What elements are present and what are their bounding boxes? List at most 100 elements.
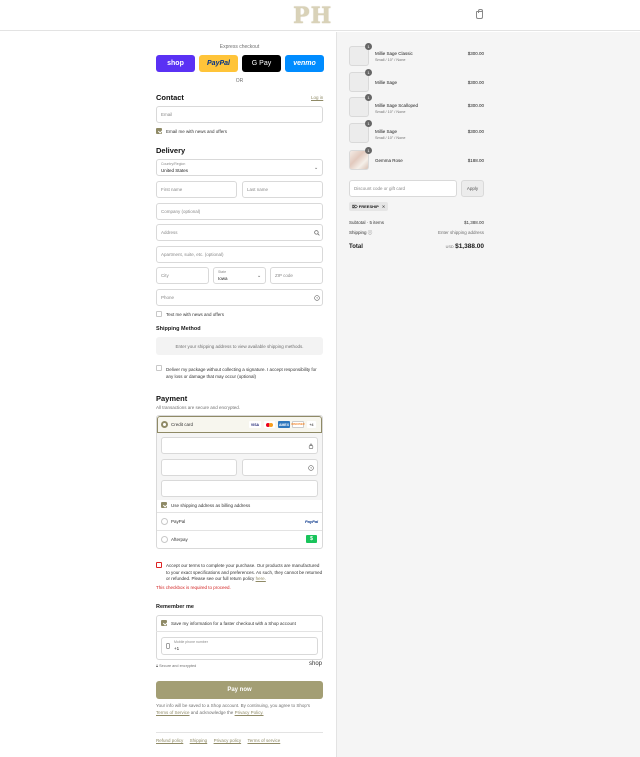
pay-now-button[interactable]: Pay now: [156, 681, 323, 699]
billing-same-checkbox[interactable]: [161, 502, 167, 508]
expiration-field[interactable]: [161, 459, 237, 476]
refund-policy-link[interactable]: Refund policy: [156, 738, 183, 743]
name-on-card-field[interactable]: [161, 480, 318, 497]
item-name: Millie Sage Scalloped: [375, 103, 419, 108]
item-name: Millie Sage Classic: [375, 51, 413, 56]
city-field[interactable]: City: [156, 267, 209, 284]
apartment-field[interactable]: Apartment, suite, etc. (optional): [156, 246, 323, 263]
shipping-method-info: Enter your shipping address to view avai…: [175, 344, 304, 349]
shipping-value: Enter shipping address: [437, 230, 484, 235]
payment-subtitle: All transactions are secure and encrypte…: [156, 405, 241, 410]
quantity-badge: 1: [365, 94, 372, 101]
state-label: State: [218, 270, 227, 274]
payment-heading: Payment: [156, 394, 188, 403]
tag-icon: ⌦: [352, 204, 358, 209]
afterpay-radio[interactable]: [161, 536, 168, 543]
email-news-label: Email me with news and offers: [166, 129, 227, 134]
last-name-field[interactable]: Last name: [242, 181, 323, 198]
help-icon[interactable]: ?: [308, 465, 314, 471]
shipping-label: Shipping: [349, 230, 367, 235]
discount-code-placeholder: Discount code or gift card: [354, 186, 406, 191]
first-name-placeholder: First name: [161, 187, 183, 192]
google-pay-button[interactable]: G Pay: [242, 55, 281, 72]
header: PH: [0, 0, 640, 31]
item-price: $300.00: [467, 129, 484, 134]
terms-text: Accept our terms to complete your purcha…: [166, 563, 322, 583]
paypal-button[interactable]: PayPal: [199, 55, 238, 72]
discount-code-field[interactable]: Discount code or gift card: [349, 180, 457, 197]
currency-code: USD: [445, 245, 454, 249]
contact-heading: Contact: [156, 93, 184, 102]
afterpay-label: Afterpay: [171, 537, 188, 542]
login-link[interactable]: Log in: [311, 95, 323, 100]
remove-tag-icon[interactable]: ✕: [382, 204, 385, 209]
item-variant: Small / 10" / None: [375, 58, 406, 62]
address-field[interactable]: Address: [156, 224, 323, 241]
divider: [156, 631, 323, 632]
help-icon[interactable]: ?: [314, 295, 320, 301]
total-label: Total: [349, 244, 363, 250]
email-field[interactable]: Email: [156, 106, 323, 123]
country-select[interactable]: Country/Region United States ⌄: [156, 159, 323, 176]
country-label: Country/Region: [161, 162, 186, 166]
privacy-policy-link[interactable]: Privacy policy: [214, 738, 242, 743]
terms-checkbox[interactable]: [156, 562, 162, 568]
email-placeholder: Email: [161, 112, 173, 117]
card-number-field[interactable]: [161, 437, 318, 454]
brand-logo[interactable]: PH: [293, 3, 332, 29]
state-value: Iowa: [218, 275, 228, 281]
item-name: Gemma Rose: [375, 158, 403, 163]
subtotal-value: $1,388.00: [463, 220, 484, 225]
phone-field[interactable]: Phone ?: [156, 289, 323, 306]
credit-card-label: Credit card: [171, 422, 194, 427]
paypal-logo-icon: PayPal: [305, 519, 319, 524]
lock-icon: 🔒︎: [156, 664, 159, 668]
terms-of-service-link[interactable]: Terms of service: [247, 738, 280, 743]
text-news-checkbox[interactable]: [156, 311, 162, 317]
address-placeholder: Address: [161, 230, 178, 235]
terms-error: This checkbox is required to proceed.: [156, 585, 231, 590]
first-name-field[interactable]: First name: [156, 181, 237, 198]
credit-card-radio[interactable]: [161, 421, 168, 428]
help-icon[interactable]: ⓘ: [368, 230, 373, 235]
signature-label: Deliver my package without collecting a …: [166, 366, 317, 380]
discover-icon: DISCOVER: [291, 421, 305, 428]
apply-button[interactable]: Apply: [461, 180, 484, 197]
shop-privacy-link[interactable]: Privacy Policy.: [235, 710, 264, 715]
signature-checkbox[interactable]: [156, 365, 162, 371]
shopping-bag-icon[interactable]: [476, 9, 483, 19]
save-info-checkbox[interactable]: [161, 620, 167, 626]
return-policy-link[interactable]: here.: [256, 576, 266, 581]
state-select[interactable]: State Iowa ⌄: [213, 267, 266, 284]
paypal-radio[interactable]: [161, 518, 168, 525]
shop-pay-button[interactable]: shop: [156, 55, 195, 72]
terms-line-1: Accept our terms to complete your purcha…: [166, 563, 320, 568]
venmo-button[interactable]: venmo: [285, 55, 324, 72]
quantity-badge: 1: [365, 69, 372, 76]
divider: [157, 512, 322, 513]
secure-label: Secure and encrypted: [159, 664, 197, 668]
search-icon: [314, 230, 320, 236]
footer-links: Refund policy Shipping Privacy policy Te…: [156, 738, 285, 744]
secure-encrypted-text: 🔒︎ Secure and encrypted: [156, 664, 196, 668]
total-row: USD $1,388.00: [404, 243, 484, 250]
mobile-phone-field[interactable]: Mobile phone number +1: [161, 637, 318, 655]
lock-icon: [308, 443, 314, 449]
afterpay-logo-icon: $: [306, 535, 317, 543]
email-news-checkbox[interactable]: [156, 128, 162, 134]
shop-terms-link[interactable]: Terms of Service: [156, 710, 190, 715]
quantity-badge: 1: [365, 43, 372, 50]
item-price: $300.00: [467, 103, 484, 108]
delivery-heading: Delivery: [156, 146, 186, 155]
security-code-field[interactable]: ?: [242, 459, 318, 476]
terms-line-3: or refunded. Please see our full return …: [166, 576, 255, 581]
svg-text:?: ?: [316, 296, 318, 300]
quantity-badge: 1: [365, 120, 372, 127]
shipping-link[interactable]: Shipping: [190, 738, 208, 743]
item-price: $300.00: [467, 80, 484, 85]
order-summary-panel: [336, 32, 640, 757]
visa-icon: VISA: [249, 421, 261, 428]
item-name: Millie Sage: [375, 80, 398, 85]
company-field[interactable]: Company (optional): [156, 203, 323, 220]
zip-field[interactable]: ZIP code: [270, 267, 323, 284]
